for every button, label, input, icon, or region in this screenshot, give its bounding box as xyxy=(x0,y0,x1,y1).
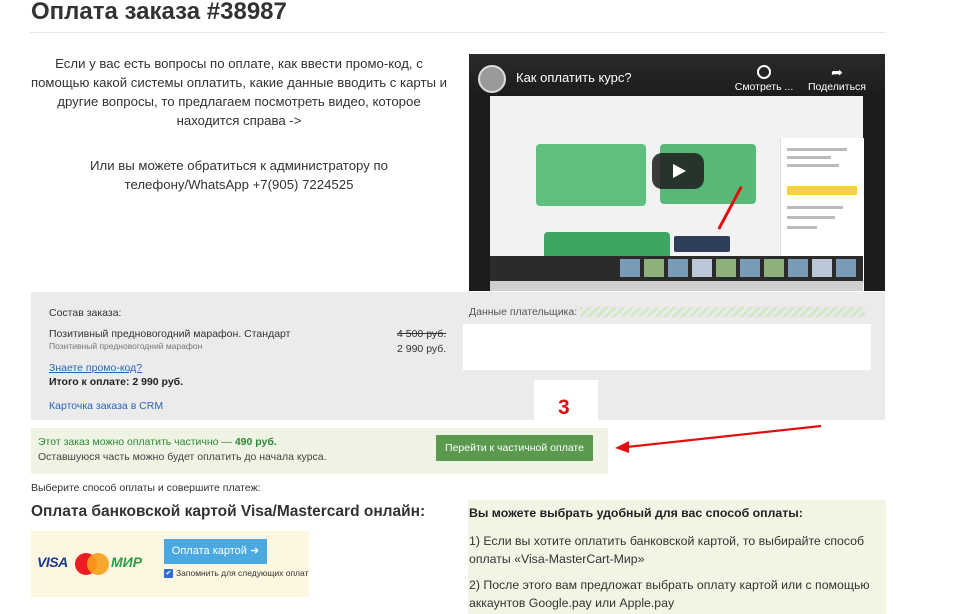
title-divider xyxy=(30,32,885,33)
page-title: Оплата заказа #38987 xyxy=(31,0,287,25)
thumbnail xyxy=(668,259,688,277)
card-payment-title: Оплата банковской картой Visa/Mastercard… xyxy=(31,503,426,520)
thumbnail xyxy=(644,259,664,277)
intro-text: Если у вас есть вопросы по оплате, как в… xyxy=(30,56,448,128)
panel-line xyxy=(787,148,847,151)
contact-text: Или вы можете обратиться к администратор… xyxy=(90,158,388,192)
payment-info-step-2: 2) После этого вам предложат выбрать опл… xyxy=(469,578,870,610)
thumbnail xyxy=(716,259,736,277)
order-summary: Состав заказа: Позитивный предновогодний… xyxy=(31,292,885,420)
video-thumbnail-strip xyxy=(490,256,863,281)
thumbnail xyxy=(620,259,640,277)
checkbox-checked-icon[interactable]: ✔ xyxy=(164,568,173,578)
mastercard-logo-circle xyxy=(87,553,109,575)
order-item-subtitle: Позитивный предновогодний марафон xyxy=(49,341,203,351)
share-label: Поделиться xyxy=(808,81,866,93)
payment-info-panel: Вы можете выбрать удобный для вас способ… xyxy=(468,500,886,614)
new-price: 2 990 руб. xyxy=(397,343,447,355)
pay-by-card-button[interactable]: Оплата картой ➜ xyxy=(164,539,267,564)
watch-later-button[interactable]: Смотреть ... xyxy=(734,65,794,93)
panel-line xyxy=(787,156,831,159)
order-composition-label: Состав заказа: xyxy=(49,307,122,319)
card-image xyxy=(674,236,730,252)
payer-data-box[interactable] xyxy=(463,324,871,370)
card-image xyxy=(536,144,646,206)
channel-avatar[interactable] xyxy=(478,65,506,93)
partial-payment-note: Оставшуюся часть можно будет оплатить до… xyxy=(38,451,327,463)
partial-payment-amount: 490 руб. xyxy=(234,436,277,448)
thumbnail xyxy=(764,259,784,277)
share-button[interactable]: ➦ Поделиться xyxy=(807,65,867,93)
payer-data-label: Данные плательщика: xyxy=(469,306,581,318)
thumbnail xyxy=(836,259,856,277)
partial-payment-button[interactable]: Перейти к частичной оплате xyxy=(436,435,593,461)
video-dock xyxy=(490,281,863,291)
panel-line xyxy=(787,226,817,229)
watch-later-label: Смотреть ... xyxy=(734,81,794,93)
partial-payment-text: Этот заказ можно оплатить частично — 490… xyxy=(38,436,277,448)
payment-info-step-1: 1) Если вы хотите оплатить банковской ка… xyxy=(469,534,865,566)
thumbnail xyxy=(740,259,760,277)
partial-payment-banner: Этот заказ можно оплатить частично — 490… xyxy=(31,428,608,474)
video-title[interactable]: Как оплатить курс? xyxy=(516,70,632,85)
promo-code-link[interactable]: Знаете промо-код? xyxy=(49,362,142,374)
choose-method-text: Выберите способ оплаты и совершите плате… xyxy=(31,482,261,494)
play-button[interactable] xyxy=(652,153,704,189)
thumbnail xyxy=(692,259,712,277)
thumbnail xyxy=(788,259,808,277)
remember-card-label: Запомнить для следующих оплат xyxy=(176,568,309,578)
panel-line xyxy=(787,206,843,209)
video-player[interactable]: Как оплатить курс? Смотреть ... ➦ Подели… xyxy=(469,54,885,291)
card-payment-box: VISA МИР Оплата картой ➜ ✔ Запомнить для… xyxy=(31,531,309,597)
panel-line xyxy=(787,216,835,219)
thumbnail xyxy=(812,259,832,277)
mir-logo: МИР xyxy=(111,554,143,570)
crm-order-link[interactable]: Карточка заказа в CRM xyxy=(49,400,163,412)
panel-line xyxy=(787,164,839,167)
annotation-number: 3 xyxy=(558,396,570,419)
old-price: 4 500 руб. xyxy=(397,328,447,340)
clock-icon xyxy=(757,65,771,79)
order-item-name: Позитивный предновогодний марафон. Станд… xyxy=(49,328,291,340)
order-total: Итого к оплате: 2 990 руб. xyxy=(49,376,184,388)
payment-info-heading: Вы можете выбрать удобный для вас способ… xyxy=(469,506,803,520)
partial-payment-prefix: Этот заказ можно оплатить частично — xyxy=(38,436,235,448)
panel-highlight xyxy=(787,186,857,195)
remember-card-checkbox[interactable]: ✔ Запомнить для следующих оплат xyxy=(164,568,308,578)
visa-logo: VISA xyxy=(37,554,68,570)
share-icon: ➦ xyxy=(831,64,843,80)
annotation-arrow xyxy=(615,424,822,453)
payment-logos: VISA МИР xyxy=(37,553,155,575)
